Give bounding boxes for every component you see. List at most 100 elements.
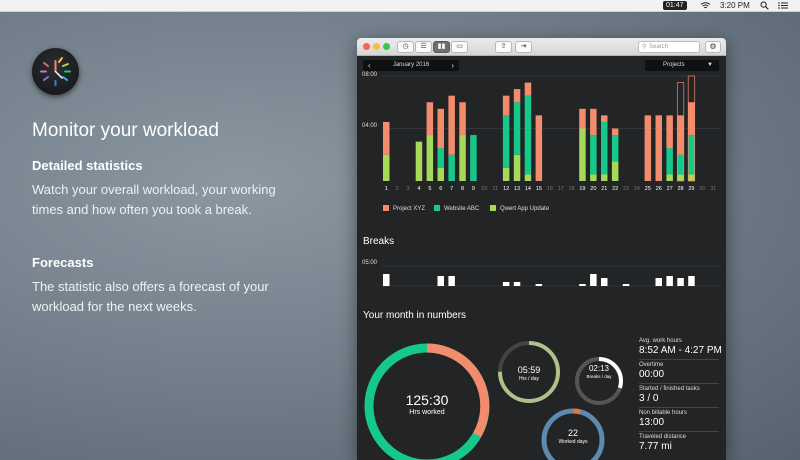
legend-label: Qwert App Update [500, 206, 550, 212]
bar-website-abc-day-6[interactable] [437, 148, 445, 168]
bar-website-abc-day-22[interactable] [611, 135, 619, 162]
bar-website-abc-day-29[interactable] [688, 135, 695, 175]
bar-qwert-app-update-day-27[interactable] [666, 174, 673, 181]
bar-website-abc-day-12[interactable] [502, 115, 510, 168]
bar-project-xyz-day-21[interactable] [601, 115, 608, 122]
x-tick-label: 26 [656, 186, 662, 192]
share-icon[interactable]: ⇥ [515, 41, 532, 53]
bar-project-xyz-day-28[interactable] [677, 115, 684, 155]
bar-qwert-app-update-day-19[interactable] [579, 128, 586, 182]
bar-project-xyz-day-7[interactable] [448, 95, 455, 155]
bar-website-abc-day-21[interactable] [601, 121, 608, 175]
bar-project-xyz-day-14[interactable] [524, 82, 532, 96]
bar-qwert-app-update-day-4[interactable] [415, 141, 423, 181]
bar-website-abc-day-9[interactable] [470, 135, 477, 181]
zoom-button[interactable] [383, 43, 390, 50]
break-bar-day-28[interactable] [677, 278, 684, 286]
magnifier-icon[interactable] [760, 1, 769, 13]
section-body-forecasts: The statistic also offers a forecast of … [32, 279, 269, 314]
main-ring-abc [463, 432, 481, 452]
break-bar-day-7[interactable] [448, 276, 455, 286]
minimize-button[interactable] [373, 43, 380, 50]
bar-qwert-app-update-day-12[interactable] [502, 167, 510, 181]
break-bar-day-19[interactable] [579, 284, 586, 286]
chart-icon[interactable]: ▮▮ [433, 41, 450, 53]
bar-website-abc-day-13[interactable] [513, 102, 521, 155]
stat-label: Avg. work hours [639, 338, 682, 344]
stat-label: Overtime [639, 362, 664, 368]
stat-tasks: Started / finished tasks 3 / 0 [639, 386, 700, 404]
bar-qwert-app-update-day-28[interactable] [677, 174, 684, 181]
hrs-day-label: 05:59 Hrs / day [504, 365, 554, 382]
bar-project-xyz-day-1[interactable] [383, 121, 390, 155]
x-tick-label: 27 [667, 186, 673, 192]
x-tick-label: 2 [396, 186, 399, 192]
bar-qwert-app-update-day-5[interactable] [426, 135, 434, 181]
break-bar-day-27[interactable] [666, 276, 673, 286]
bar-qwert-app-update-day-22[interactable] [611, 161, 619, 181]
timer-icon[interactable]: ◷ [397, 41, 414, 53]
numbers-title: Your month in numbers [363, 310, 467, 321]
menubar-time[interactable]: 3:20 PM [720, 1, 750, 11]
bar-qwert-app-update-day-21[interactable] [601, 174, 608, 181]
break-bar-day-15[interactable] [535, 284, 543, 286]
break-bar-day-21[interactable] [601, 278, 608, 286]
export-icon[interactable]: ⇪ [495, 41, 512, 53]
break-bar-day-1[interactable] [383, 274, 390, 286]
break-bar-day-12[interactable] [502, 282, 510, 286]
close-button[interactable] [363, 43, 370, 50]
break-bar-day-26[interactable] [655, 278, 663, 286]
divider [639, 383, 719, 384]
break-bar-day-6[interactable] [437, 276, 445, 286]
list-view-icon[interactable]: ☰ [415, 41, 432, 53]
bar-qwert-app-update-day-13[interactable] [513, 154, 521, 181]
break-bar-day-20[interactable] [590, 274, 597, 286]
inbox-icon[interactable]: ▭ [451, 41, 468, 53]
bar-website-abc-day-28[interactable] [677, 154, 684, 175]
bar-project-xyz-day-25[interactable] [644, 115, 652, 181]
bar-project-xyz-day-19[interactable] [579, 108, 586, 129]
x-tick-label: 24 [634, 186, 640, 192]
bar-qwert-app-update-day-14[interactable] [524, 174, 532, 181]
bar-project-xyz-day-22[interactable] [611, 128, 619, 136]
bar-project-xyz-day-5[interactable] [426, 102, 434, 136]
bar-project-xyz-day-27[interactable] [666, 115, 673, 149]
bar-project-xyz-day-20[interactable] [590, 108, 597, 136]
x-tick-label: 1 [385, 186, 388, 192]
x-tick-label: 25 [645, 186, 651, 192]
bar-website-abc-day-7[interactable] [448, 154, 455, 181]
wifi-icon[interactable] [700, 1, 711, 13]
menubar-timer[interactable]: 01:47 [663, 1, 687, 10]
breaks-day-value: 02:13 [588, 364, 610, 373]
bar-qwert-app-update-day-29[interactable] [688, 174, 695, 181]
break-bar-day-29[interactable] [688, 276, 695, 286]
search-input[interactable]: ⚲ Search [638, 41, 700, 53]
breaks-day-caption: Breaks / day [586, 374, 612, 379]
bar-project-xyz-day-6[interactable] [437, 108, 445, 149]
bar-project-xyz-day-26[interactable] [655, 115, 663, 181]
bar-project-xyz-day-8[interactable] [459, 102, 466, 136]
x-tick-label: 10 [481, 186, 487, 192]
list-icon[interactable] [778, 1, 788, 13]
bar-qwert-app-update-day-1[interactable] [383, 154, 390, 181]
bar-website-abc-day-14[interactable] [524, 95, 532, 175]
x-tick-label: 16 [547, 186, 553, 192]
legend-item-project-xyz: Project XYZ [383, 205, 425, 212]
break-bar-day-13[interactable] [513, 282, 521, 286]
bar-project-xyz-day-29[interactable] [688, 102, 695, 136]
bar-website-abc-day-27[interactable] [666, 148, 673, 175]
bar-qwert-app-update-day-6[interactable] [437, 167, 445, 181]
x-tick-label: 9 [472, 186, 475, 192]
gear-icon[interactable]: ⚙ [705, 41, 721, 53]
break-bar-day-23[interactable] [622, 284, 630, 286]
stat-value: 8:52 AM - 4:27 PM [639, 345, 722, 356]
x-tick-label: 18 [568, 186, 574, 192]
bar-project-xyz-day-12[interactable] [502, 95, 510, 116]
bar-project-xyz-day-13[interactable] [513, 89, 521, 103]
stat-value: 13:00 [639, 417, 665, 428]
bar-website-abc-day-20[interactable] [590, 135, 597, 175]
divider [639, 431, 719, 432]
bar-qwert-app-update-day-20[interactable] [590, 174, 597, 181]
bar-qwert-app-update-day-8[interactable] [459, 135, 466, 181]
bar-project-xyz-day-15[interactable] [535, 115, 543, 181]
